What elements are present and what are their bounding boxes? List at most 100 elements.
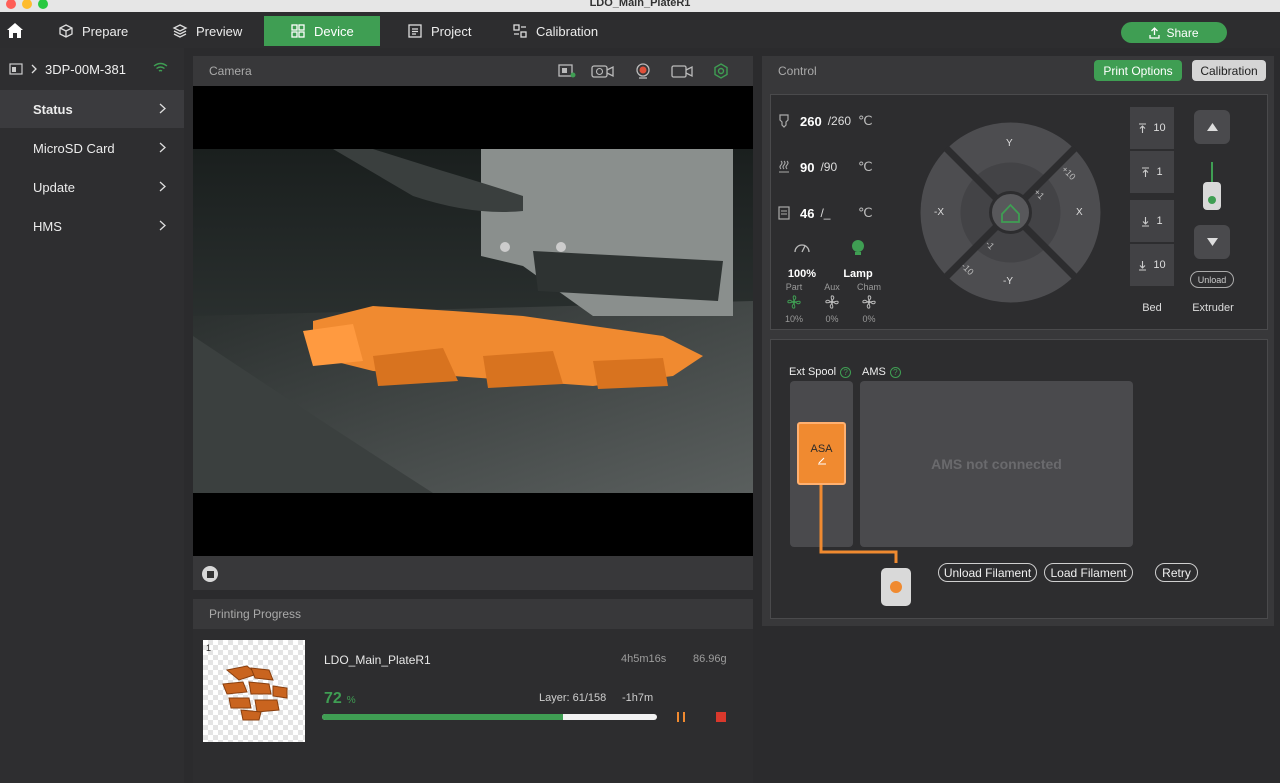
progress-bar-fill bbox=[322, 714, 564, 720]
sidebar-item-hms[interactable]: HMS bbox=[0, 207, 184, 245]
part-fan[interactable]: Part 10% bbox=[780, 282, 808, 324]
aux-fan[interactable]: Aux 0% bbox=[818, 282, 846, 324]
arrow-up-icon bbox=[1141, 166, 1150, 178]
chevron-right-icon bbox=[159, 181, 166, 192]
camera-panel: Camera bbox=[193, 56, 753, 590]
remaining-time: -1h7m bbox=[622, 692, 654, 704]
nozzle-temperature[interactable]: 260 /260 ℃ bbox=[778, 112, 888, 130]
arrow-down-icon bbox=[1141, 216, 1150, 227]
printer-selector[interactable]: 3DP-00M-381 bbox=[0, 56, 184, 82]
help-icon[interactable]: ? bbox=[840, 366, 852, 378]
fan-icon bbox=[786, 294, 802, 310]
bed-up-1-button[interactable]: 1 bbox=[1130, 151, 1174, 193]
video-icon[interactable] bbox=[671, 63, 693, 79]
tab-device[interactable]: Device bbox=[264, 16, 380, 46]
chevron-right-icon bbox=[159, 220, 166, 231]
sidebar-item-status[interactable]: Status bbox=[0, 90, 184, 128]
load-filament-button[interactable]: Load Filament bbox=[1044, 563, 1133, 582]
settings-icon[interactable] bbox=[711, 63, 731, 79]
chamber-current: 46 bbox=[800, 205, 815, 221]
temp-unit: ℃ bbox=[858, 159, 873, 174]
bed-down-10-button[interactable]: 10 bbox=[1130, 244, 1174, 286]
stop-print-button[interactable] bbox=[716, 712, 726, 722]
home-icon[interactable] bbox=[6, 22, 24, 39]
help-icon[interactable]: ? bbox=[889, 366, 901, 378]
extruder-label: Extruder bbox=[1192, 302, 1234, 314]
sidebar-item-update[interactable]: Update bbox=[0, 168, 184, 206]
percent-unit: % bbox=[346, 695, 356, 706]
jog-x-plus[interactable]: X bbox=[1076, 207, 1083, 218]
retry-button[interactable]: Retry bbox=[1155, 563, 1198, 582]
speedometer-icon bbox=[793, 240, 811, 254]
print-duration: 4h5m16s bbox=[621, 653, 667, 665]
spool-asa[interactable]: ASA bbox=[797, 422, 846, 485]
bed-target: /90 bbox=[820, 160, 838, 174]
window-titlebar: LDO_Main_PlateR1 bbox=[0, 0, 1280, 12]
bed-up-10-button[interactable]: 10 bbox=[1130, 107, 1174, 149]
spool-material-label: ASA bbox=[810, 442, 833, 455]
pause-button[interactable] bbox=[677, 712, 685, 722]
sd-record-icon[interactable] bbox=[557, 63, 577, 79]
share-button[interactable]: Share bbox=[1121, 22, 1227, 43]
pause-icon bbox=[677, 712, 679, 722]
camera-title: Camera bbox=[209, 64, 252, 78]
stop-icon bbox=[206, 570, 214, 578]
lamp-toggle[interactable]: Lamp bbox=[838, 239, 878, 280]
fan-icon bbox=[824, 294, 840, 310]
jog-y-minus[interactable]: -Y bbox=[1003, 276, 1013, 287]
percent-value: 72 bbox=[324, 690, 342, 707]
project-icon bbox=[407, 23, 423, 39]
bed-label: Bed bbox=[1142, 302, 1162, 314]
triangle-up-icon bbox=[1206, 122, 1219, 132]
tab-project[interactable]: Project bbox=[393, 16, 493, 46]
heatbed-icon bbox=[778, 160, 790, 174]
camera-stop-button[interactable] bbox=[202, 566, 218, 582]
camera-image bbox=[193, 149, 753, 556]
chamber-fan[interactable]: Cham 0% bbox=[855, 282, 883, 324]
calibration-button[interactable]: Calibration bbox=[1192, 60, 1266, 81]
file-name: LDO_Main_PlateR1 bbox=[324, 653, 431, 667]
arrow-up-icon bbox=[1138, 122, 1147, 134]
plate-thumbnail: 1 bbox=[203, 640, 305, 742]
unload-filament-button[interactable]: Unload Filament bbox=[938, 563, 1037, 582]
chevron-right-icon bbox=[159, 103, 166, 114]
bed-down-1-button[interactable]: 1 bbox=[1130, 200, 1174, 242]
sidebar: 3DP-00M-381 Status MicroSD Card Update H… bbox=[0, 48, 184, 783]
temp-unit: ℃ bbox=[858, 205, 873, 220]
chamber-target: /_ bbox=[820, 206, 831, 220]
bed-temperature[interactable]: 90 /90 ℃ bbox=[778, 158, 888, 176]
nozzle-current: 260 bbox=[800, 113, 822, 129]
upload-icon bbox=[1149, 26, 1161, 39]
print-options-button[interactable]: Print Options bbox=[1094, 60, 1182, 81]
extrude-up-button[interactable] bbox=[1194, 110, 1230, 144]
filament-weight: 86.96g bbox=[693, 653, 727, 665]
nozzle-target: /260 bbox=[827, 114, 852, 128]
printer-name: 3DP-00M-381 bbox=[45, 61, 126, 77]
jog-x-minus[interactable]: -X bbox=[934, 207, 944, 218]
extrude-down-button[interactable] bbox=[1194, 225, 1230, 259]
toolhead-graphic bbox=[880, 563, 912, 608]
speed-control[interactable]: 100% bbox=[784, 240, 820, 280]
camera-feed bbox=[193, 86, 753, 556]
tab-calibration[interactable]: Calibration bbox=[498, 16, 618, 46]
control-title: Control bbox=[778, 64, 817, 78]
calibration-icon bbox=[512, 23, 528, 39]
sidebar-item-microsd-card[interactable]: MicroSD Card bbox=[0, 129, 184, 167]
jog-y-plus[interactable]: Y bbox=[1006, 138, 1013, 149]
webcam-icon[interactable] bbox=[633, 63, 653, 79]
layers-icon bbox=[172, 23, 188, 39]
printing-progress-header: Printing Progress bbox=[193, 599, 753, 629]
speed-value: 100% bbox=[787, 268, 817, 280]
filament-path bbox=[816, 485, 906, 565]
tab-preview[interactable]: Preview bbox=[158, 16, 264, 46]
printer-icon bbox=[9, 62, 23, 76]
printing-progress-title: Printing Progress bbox=[209, 607, 302, 621]
nozzle-icon bbox=[778, 114, 790, 128]
arrow-down-icon bbox=[1138, 260, 1147, 271]
progress-bar bbox=[322, 714, 657, 720]
bed-current: 90 bbox=[800, 159, 815, 175]
jog-pad[interactable]: Y -Y X -X +10 +1 -1 -10 bbox=[920, 122, 1101, 303]
unload-button[interactable]: Unload bbox=[1190, 271, 1234, 288]
timelapse-icon[interactable] bbox=[591, 63, 615, 79]
extruder-graphic bbox=[1200, 162, 1224, 214]
